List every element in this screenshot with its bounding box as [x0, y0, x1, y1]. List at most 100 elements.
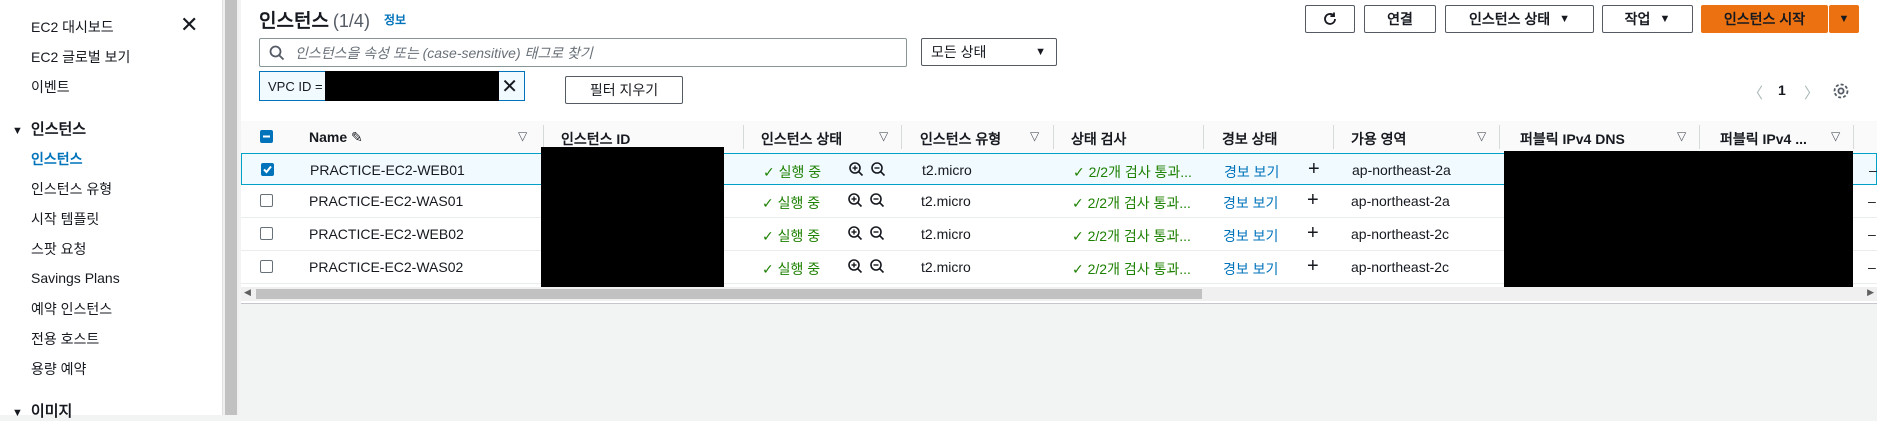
column-header-instance-type[interactable]: 인스턴스 유형 — [920, 129, 1001, 149]
check-circle-icon: ✓ — [762, 261, 774, 277]
sidebar-item-spot-requests[interactable]: 스팟 요청 — [31, 239, 86, 259]
caret-down-icon: ▼ — [12, 407, 23, 419]
column-header-alarm-status[interactable]: 경보 상태 — [1222, 129, 1277, 149]
sidebar: ✕ EC2 대시보드 EC2 글로벌 보기 이벤트 ▼ 인스턴스 인스턴스 인스턴… — [0, 0, 223, 420]
column-header-status-check[interactable]: 상태 검사 — [1071, 129, 1126, 149]
row-checkbox[interactable] — [260, 227, 273, 240]
sidebar-section-images[interactable]: ▼ 이미지 — [12, 400, 72, 421]
instance-state: ✓ 실행 중 — [762, 195, 821, 211]
refresh-button[interactable] — [1305, 5, 1355, 33]
sidebar-scrollbar[interactable] — [222, 0, 239, 415]
sidebar-item-reserved-instances[interactable]: 예약 인스턴스 — [31, 299, 112, 319]
sort-icon[interactable]: ▽ — [518, 129, 527, 143]
add-alarm-icon[interactable]: + — [1307, 255, 1319, 278]
column-divider[interactable] — [543, 125, 544, 149]
sort-icon[interactable]: ▽ — [1831, 129, 1840, 143]
sidebar-item-savings-plans[interactable]: Savings Plans — [31, 270, 120, 286]
sidebar-section-instances[interactable]: ▼ 인스턴스 — [12, 118, 86, 139]
zoom-in-icon[interactable] — [847, 225, 863, 244]
trailing-cell: – — [1869, 162, 1877, 178]
connect-button[interactable]: 연결 — [1364, 5, 1436, 33]
column-divider[interactable] — [901, 125, 902, 149]
instance-state-dropdown[interactable]: 인스턴스 상태 ▼ — [1445, 5, 1594, 33]
sidebar-item-events[interactable]: 이벤트 — [31, 77, 70, 97]
availability-zone: ap-northeast-2c — [1351, 259, 1450, 275]
actions-dropdown[interactable]: 작업 ▼ — [1602, 5, 1693, 33]
trailing-cell: – — [1868, 193, 1876, 209]
clear-filters-button[interactable]: 필터 지우기 — [565, 76, 683, 104]
state-filter-select[interactable]: 모든 상태 ▼ — [921, 38, 1057, 66]
launch-options-dropdown[interactable]: ▼ — [1829, 5, 1859, 33]
sidebar-item-ec2-dashboard[interactable]: EC2 대시보드 — [31, 17, 114, 37]
previous-page-icon[interactable]: 〈 — [1748, 82, 1763, 103]
view-alarms-link[interactable]: 경보 보기 — [1224, 162, 1279, 182]
row-checkbox[interactable] — [260, 260, 273, 273]
column-divider[interactable] — [1699, 125, 1700, 149]
current-page-number[interactable]: 1 — [1778, 82, 1786, 98]
column-header-instance-id[interactable]: 인스턴스 ID — [561, 129, 630, 149]
info-link[interactable]: 정보 — [384, 11, 406, 28]
column-divider[interactable] — [1203, 125, 1204, 149]
scrollbar-thumb[interactable] — [256, 289, 1202, 299]
instance-name: PRACTICE-EC2-WAS01 — [309, 193, 464, 209]
caret-down-icon: ▼ — [1559, 13, 1571, 25]
instance-type: t2.micro — [921, 259, 971, 275]
scroll-right-icon[interactable]: ▶ — [1867, 287, 1874, 298]
view-alarms-link[interactable]: 경보 보기 — [1223, 193, 1278, 213]
column-header-public-ipv4[interactable]: 퍼블릭 IPv4 ... — [1720, 129, 1807, 149]
check-circle-icon: ✓ — [1073, 164, 1085, 180]
column-divider[interactable] — [1853, 125, 1854, 149]
zoom-in-icon[interactable] — [847, 192, 863, 211]
zoom-out-icon[interactable] — [870, 161, 886, 180]
search-icon — [269, 45, 285, 64]
zoom-in-icon[interactable] — [848, 161, 864, 180]
sidebar-item-instance-types[interactable]: 인스턴스 유형 — [31, 179, 112, 199]
close-icon[interactable]: ✕ — [180, 14, 198, 36]
remove-filter-icon[interactable]: ✕ — [501, 74, 518, 99]
column-divider[interactable] — [1333, 125, 1334, 149]
check-circle-icon: ✓ — [1072, 195, 1084, 211]
sidebar-item-instances[interactable]: 인스턴스 — [31, 149, 83, 169]
redacted-public-dns — [1504, 151, 1853, 291]
view-alarms-link[interactable]: 경보 보기 — [1223, 259, 1278, 279]
column-divider[interactable] — [743, 125, 744, 149]
sort-icon[interactable]: ▽ — [1477, 129, 1486, 143]
add-alarm-icon[interactable]: + — [1307, 189, 1319, 212]
launch-instances-button[interactable]: 인스턴스 시작 — [1701, 5, 1828, 33]
column-divider[interactable] — [1499, 125, 1500, 149]
zoom-out-icon[interactable] — [869, 192, 885, 211]
sidebar-item-launch-templates[interactable]: 시작 템플릿 — [31, 209, 99, 229]
scroll-left-icon[interactable]: ◀ — [244, 287, 251, 298]
search-field[interactable] — [259, 38, 907, 67]
zoom-out-icon[interactable] — [869, 258, 885, 277]
sidebar-item-dedicated-hosts[interactable]: 전용 호스트 — [31, 329, 99, 349]
search-input[interactable] — [293, 41, 897, 65]
gear-icon[interactable] — [1832, 82, 1850, 103]
column-header-name[interactable]: Name ✎ — [309, 129, 363, 146]
instance-type: t2.micro — [921, 193, 971, 209]
sidebar-item-ec2-global-view[interactable]: EC2 글로벌 보기 — [31, 47, 130, 67]
scrollbar-thumb[interactable] — [225, 0, 237, 415]
sort-icon[interactable]: ▽ — [1677, 129, 1686, 143]
column-header-availability-zone[interactable]: 가용 영역 — [1351, 129, 1406, 149]
select-all-checkbox[interactable] — [260, 130, 273, 143]
zoom-in-icon[interactable] — [847, 258, 863, 277]
next-page-icon[interactable]: 〉 — [1804, 82, 1819, 103]
zoom-out-icon[interactable] — [869, 225, 885, 244]
view-alarms-link[interactable]: 경보 보기 — [1223, 226, 1278, 246]
filter-token-vpc-id[interactable]: VPC ID = ✕ — [259, 71, 525, 101]
sort-icon[interactable]: ▽ — [1030, 129, 1039, 143]
caret-down-icon: ▼ — [1035, 46, 1046, 58]
sidebar-item-capacity-reservations[interactable]: 용량 예약 — [31, 359, 86, 379]
add-alarm-icon[interactable]: + — [1307, 222, 1319, 245]
column-header-public-ipv4-dns[interactable]: 퍼블릭 IPv4 DNS — [1520, 129, 1625, 149]
row-checkbox[interactable] — [261, 163, 274, 176]
column-divider[interactable] — [1053, 125, 1054, 149]
instance-state: ✓ 실행 중 — [762, 261, 821, 277]
caret-down-icon: ▼ — [12, 125, 23, 137]
add-alarm-icon[interactable]: + — [1308, 158, 1320, 181]
column-header-instance-state[interactable]: 인스턴스 상태 — [761, 129, 842, 149]
row-checkbox[interactable] — [260, 194, 273, 207]
sort-icon[interactable]: ▽ — [879, 129, 888, 143]
table-horizontal-scrollbar[interactable]: ◀ ▶ — [241, 287, 1877, 301]
